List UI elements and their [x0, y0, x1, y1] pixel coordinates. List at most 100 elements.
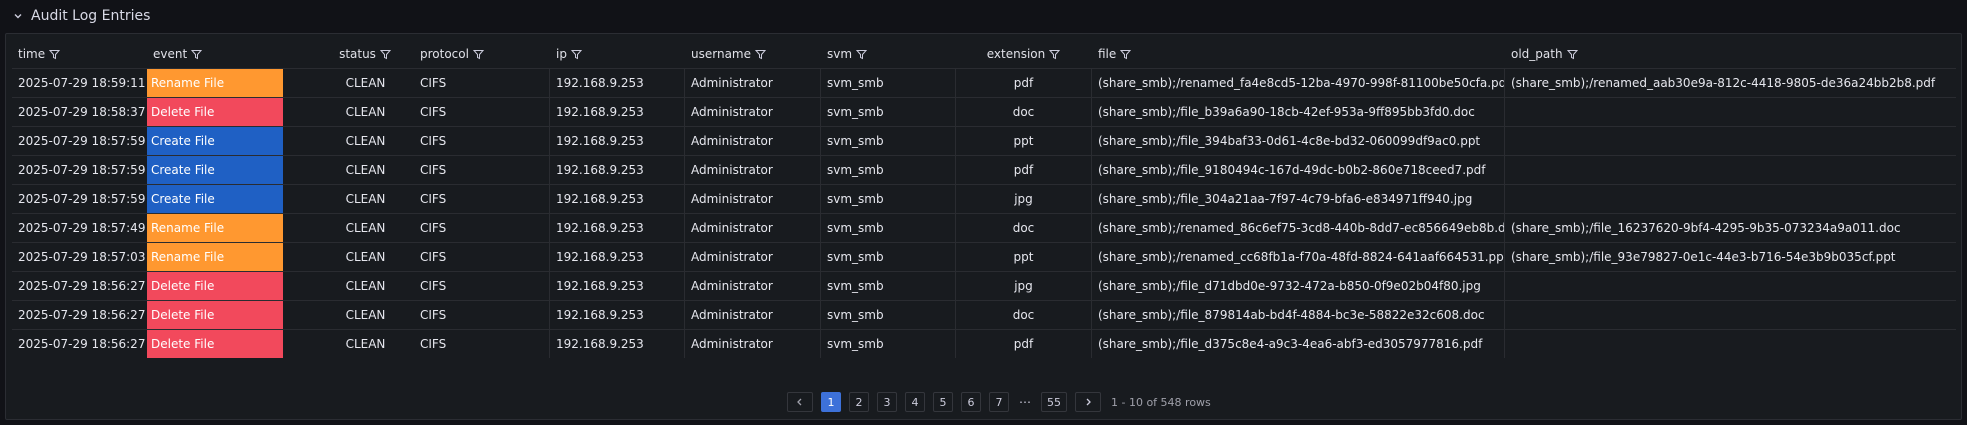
pagination: 1234567 ⋯ 55 1 - 10 of 548 rows	[0, 392, 1967, 412]
cell-text: CIFS	[420, 337, 447, 351]
cell-text: 192.168.9.253	[556, 163, 644, 177]
cell-text: 2025-07-29 18:57:49	[18, 221, 146, 235]
table-row[interactable]: 2025-07-29 18:59:11 Rename File CLEAN CIFS 1…	[12, 68, 1956, 97]
cell-text: CLEAN	[345, 134, 386, 148]
column-header-file[interactable]: file	[1092, 40, 1505, 68]
page-button[interactable]: 3	[877, 392, 897, 412]
column-header-label: extension	[986, 47, 1046, 61]
cell-ip: 192.168.9.253	[550, 301, 685, 329]
page-button[interactable]: 6	[961, 392, 981, 412]
cell-text: svm_smb	[827, 308, 884, 322]
cell-username: Administrator	[685, 185, 821, 213]
cell-text: (share_smb);/file_304a21aa-7f97-4c79-bfa…	[1098, 192, 1473, 206]
table-row[interactable]: 2025-07-29 18:56:27 Delete File CLEAN CIFS 1…	[12, 271, 1956, 300]
filter-icon[interactable]	[570, 48, 583, 60]
cell-svm: svm_smb	[821, 156, 956, 184]
cell-text: (share_smb);/file_394baf33-0d61-4c8e-bd3…	[1098, 134, 1481, 148]
cell-time: 2025-07-29 18:57:49	[12, 214, 147, 242]
event-badge: Delete File	[147, 272, 283, 300]
cell-text: (share_smb);/renamed_86c6ef75-3cd8-440b-…	[1098, 221, 1505, 235]
cell-svm: svm_smb	[821, 214, 956, 242]
panel-header[interactable]: Audit Log Entries	[0, 0, 1967, 32]
table-row[interactable]: 2025-07-29 18:57:59 Create File CLEAN CIFS 1…	[12, 155, 1956, 184]
table-row[interactable]: 2025-07-29 18:56:27 Delete File CLEAN CIFS 1…	[12, 329, 1956, 358]
table-row[interactable]: 2025-07-29 18:57:59 Create File CLEAN CIFS 1…	[12, 126, 1956, 155]
cell-text: 192.168.9.253	[556, 105, 644, 119]
filter-icon[interactable]	[755, 48, 767, 60]
cell-old-path	[1505, 127, 1956, 155]
event-badge: Rename File	[147, 69, 283, 97]
cell-text: 2025-07-29 18:59:11	[18, 76, 146, 90]
cell-time: 2025-07-29 18:58:37	[12, 98, 147, 126]
chevron-down-icon[interactable]	[11, 9, 25, 23]
event-badge: Create File	[147, 156, 283, 184]
page-button[interactable]: 1	[821, 392, 841, 412]
column-header-label: event	[153, 47, 188, 61]
cell-time: 2025-07-29 18:59:11	[12, 69, 147, 97]
column-header-time[interactable]: time	[12, 40, 147, 68]
filter-icon[interactable]	[472, 48, 485, 60]
filter-icon[interactable]	[1049, 48, 1061, 60]
cell-ip: 192.168.9.253	[550, 243, 685, 271]
cell-text: (share_smb);/file_d375c8e4-a9c3-4ea6-abf…	[1098, 337, 1483, 351]
cell-ip: 192.168.9.253	[550, 185, 685, 213]
column-header-label: protocol	[420, 47, 469, 61]
table-row[interactable]: 2025-07-29 18:57:49 Rename File CLEAN CIFS 1…	[12, 213, 1956, 242]
column-header-extension[interactable]: extension	[956, 40, 1092, 68]
cell-protocol: CIFS	[414, 301, 550, 329]
filter-icon[interactable]	[1566, 48, 1579, 60]
cell-text: Administrator	[691, 279, 773, 293]
page-button-last[interactable]: 55	[1041, 392, 1067, 412]
cell-text: svm_smb	[827, 221, 884, 235]
column-header-username[interactable]: username	[685, 40, 821, 68]
event-badge: Rename File	[147, 214, 283, 242]
prev-page-button[interactable]	[787, 392, 813, 412]
table-row[interactable]: 2025-07-29 18:57:03 Rename File CLEAN CIFS 1…	[12, 242, 1956, 271]
cell-old-path: (share_smb);/renamed_aab30e9a-812c-4418-…	[1505, 69, 1956, 97]
cell-text: CLEAN	[345, 337, 386, 351]
cell-text: 2025-07-29 18:58:37	[18, 105, 146, 119]
cell-text: Administrator	[691, 308, 773, 322]
cell-status: CLEAN	[317, 272, 414, 300]
filter-icon[interactable]	[856, 48, 868, 60]
cell-event: Delete File	[147, 272, 317, 300]
cell-text: Administrator	[691, 337, 773, 351]
cell-protocol: CIFS	[414, 272, 550, 300]
next-page-button[interactable]	[1075, 392, 1101, 412]
page-button[interactable]: 2	[849, 392, 869, 412]
column-header-status[interactable]: status	[317, 40, 414, 68]
filter-icon[interactable]	[49, 48, 61, 60]
filter-icon[interactable]	[1120, 48, 1132, 60]
cell-extension: jpg	[956, 185, 1092, 213]
cell-status: CLEAN	[317, 69, 414, 97]
cell-username: Administrator	[685, 127, 821, 155]
pagination-summary: 1 - 10 of 548 rows	[1111, 395, 1211, 409]
cell-text: CIFS	[420, 221, 447, 235]
cell-event: Create File	[147, 127, 317, 155]
event-badge: Rename File	[147, 243, 283, 271]
column-header-protocol[interactable]: protocol	[414, 40, 550, 68]
cell-extension: ppt	[956, 243, 1092, 271]
table-row[interactable]: 2025-07-29 18:57:59 Create File CLEAN CIFS 1…	[12, 184, 1956, 213]
column-header-old-path[interactable]: old_path	[1505, 40, 1956, 68]
page-button[interactable]: 7	[989, 392, 1009, 412]
cell-text: CLEAN	[345, 192, 386, 206]
cell-text: 192.168.9.253	[556, 192, 644, 206]
column-header-svm[interactable]: svm	[821, 40, 956, 68]
cell-ip: 192.168.9.253	[550, 69, 685, 97]
filter-icon[interactable]	[379, 48, 392, 60]
table-row[interactable]: 2025-07-29 18:56:27 Delete File CLEAN CIFS 1…	[12, 300, 1956, 329]
page-button[interactable]: 5	[933, 392, 953, 412]
cell-text: svm_smb	[827, 279, 884, 293]
table-row[interactable]: 2025-07-29 18:58:37 Delete File CLEAN CIFS 1…	[12, 97, 1956, 126]
filter-icon[interactable]	[191, 48, 203, 60]
cell-text: Administrator	[691, 134, 773, 148]
cell-protocol: CIFS	[414, 243, 550, 271]
page-button[interactable]: 4	[905, 392, 925, 412]
table-body: 2025-07-29 18:59:11 Rename File CLEAN CIFS 1…	[12, 68, 1956, 358]
cell-text: (share_smb);/file_d71dbd0e-9732-472a-b85…	[1098, 279, 1481, 293]
column-header-event[interactable]: event	[147, 40, 317, 68]
cell-file: (share_smb);/renamed_86c6ef75-3cd8-440b-…	[1092, 214, 1505, 242]
column-header-ip[interactable]: ip	[550, 40, 685, 68]
cell-extension: ppt	[956, 127, 1092, 155]
